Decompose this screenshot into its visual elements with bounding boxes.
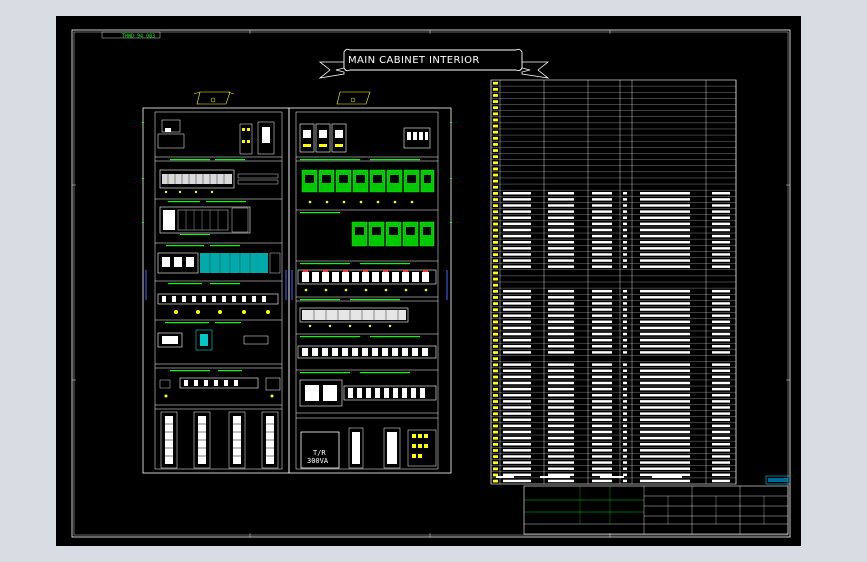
transformer-rating: 300VA bbox=[307, 457, 329, 465]
transformer-label: T/R bbox=[313, 449, 326, 457]
cad-drawing: THWD 94 083 MAIN CABINET INTERIOR T/R 30… bbox=[56, 16, 801, 546]
drawing-title: MAIN CABINET INTERIOR bbox=[348, 55, 480, 66]
corner-tag: THWD 94 083 bbox=[122, 34, 155, 40]
